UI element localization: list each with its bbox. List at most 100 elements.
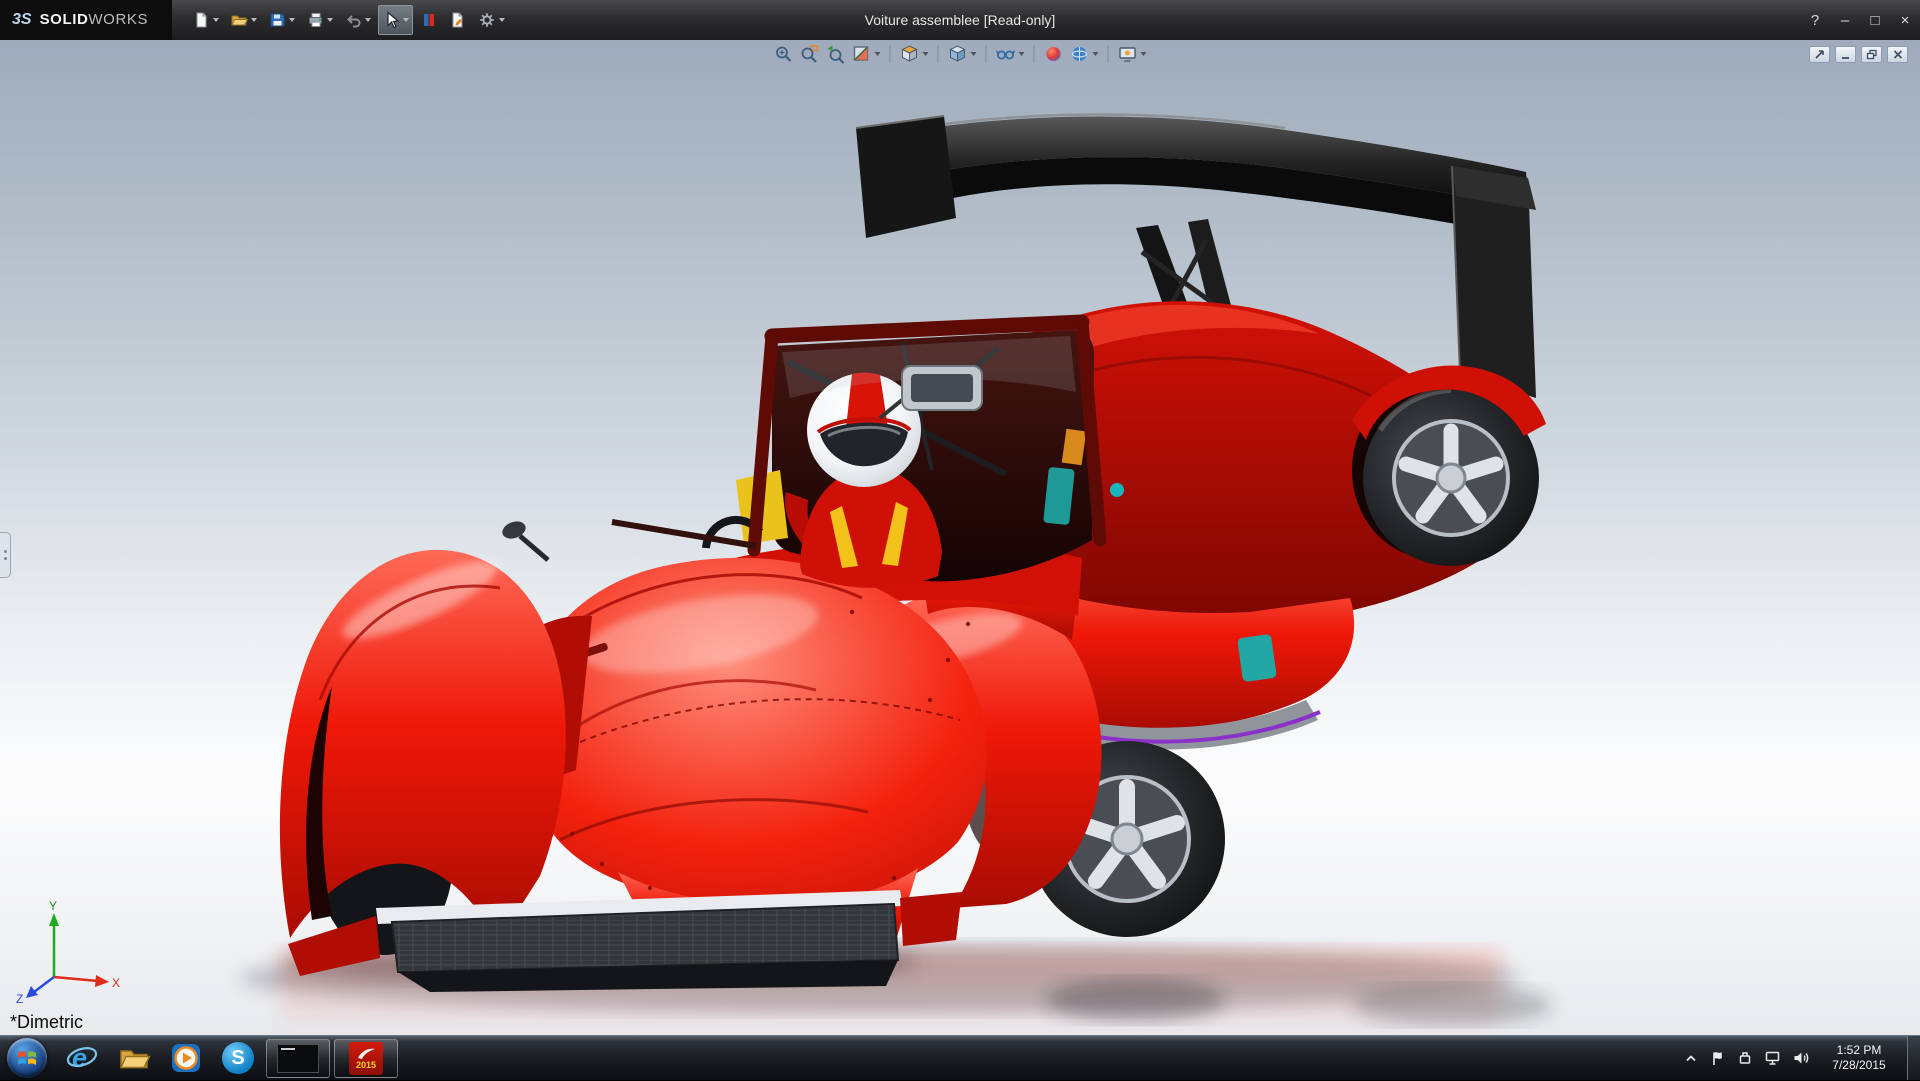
media-player-button[interactable] [160, 1036, 212, 1081]
doc-restore-button[interactable] [1861, 46, 1882, 63]
3ds-logo-icon: 3S [12, 11, 32, 29]
media-player-icon [170, 1042, 202, 1074]
internet-explorer-button[interactable]: e [56, 1036, 108, 1081]
clock-date: 7/28/2015 [1819, 1058, 1899, 1073]
view-orientation-cube-icon [900, 44, 920, 64]
undo-button[interactable] [340, 5, 375, 35]
save-icon [268, 11, 286, 29]
skype-icon: S [222, 1042, 254, 1074]
hide-show-items-button[interactable] [994, 43, 1027, 65]
toolbar-separator [986, 45, 987, 63]
taskbar-clock[interactable]: 1:52 PM 7/28/2015 [1819, 1043, 1899, 1073]
dropdown-arrow-icon[interactable] [499, 18, 505, 22]
options-button[interactable] [474, 5, 509, 35]
dropdown-arrow-icon[interactable] [1141, 52, 1147, 56]
dropdown-arrow-icon[interactable] [923, 52, 929, 56]
volume-button[interactable] [1792, 1050, 1809, 1066]
glasses-icon [996, 44, 1016, 64]
titlebar: 3S SOLIDWORKS [0, 0, 1920, 40]
car-3d-model[interactable] [0, 40, 1920, 1035]
solidworks-2015-button[interactable]: 2015 [334, 1039, 398, 1078]
triad-z-label: Z [16, 992, 23, 1005]
command-prompt-button[interactable] [266, 1039, 330, 1078]
heads-up-view-toolbar [772, 43, 1149, 65]
view-settings-icon [1118, 44, 1138, 64]
show-desktop-button[interactable] [1907, 1036, 1920, 1080]
dropdown-arrow-icon[interactable] [213, 18, 219, 22]
dropdown-arrow-icon[interactable] [875, 52, 881, 56]
doc-close-button[interactable] [1887, 46, 1908, 63]
open-folder-icon [230, 11, 248, 29]
apply-scene-button[interactable] [1068, 43, 1101, 65]
doc-minimize-button[interactable] [1835, 46, 1856, 63]
dropdown-arrow-icon[interactable] [403, 18, 409, 22]
zoom-to-fit-icon [774, 44, 794, 64]
edit-color-button[interactable] [416, 5, 442, 35]
system-tray [1683, 1050, 1809, 1066]
taskbar: e S 2015 [0, 1035, 1920, 1080]
new-document-icon [192, 11, 210, 29]
close-button[interactable]: × [1890, 0, 1920, 40]
options-gear-icon [478, 11, 496, 29]
command-prompt-icon [277, 1044, 319, 1073]
view-orientation-label: *Dimetric [10, 1012, 83, 1033]
show-hidden-icons-button[interactable] [1683, 1051, 1699, 1065]
folder-icon [117, 1041, 151, 1075]
dropdown-arrow-icon[interactable] [1019, 52, 1025, 56]
action-center-button[interactable] [1710, 1050, 1726, 1066]
dropdown-arrow-icon[interactable] [327, 18, 333, 22]
open-button[interactable] [226, 5, 261, 35]
help-button[interactable]: ? [1800, 0, 1830, 40]
featuremanager-collapsed-tab[interactable] [0, 532, 11, 578]
start-button[interactable] [7, 1038, 47, 1078]
select-button[interactable] [378, 5, 413, 35]
dropdown-arrow-icon[interactable] [251, 18, 257, 22]
expand-pane-button[interactable] [1809, 46, 1830, 63]
select-cursor-icon [382, 11, 400, 29]
doc-minimize-icon [1840, 49, 1852, 60]
toolbar-separator [938, 45, 939, 63]
edit-appearance-button[interactable] [1042, 43, 1066, 65]
toolbar-separator [890, 45, 891, 63]
view-orientation-button[interactable] [898, 43, 931, 65]
network-icon [1764, 1050, 1781, 1066]
volume-icon [1792, 1050, 1809, 1066]
zoom-to-fit-button[interactable] [772, 43, 796, 65]
save-button[interactable] [264, 5, 299, 35]
minimize-button[interactable]: – [1830, 0, 1860, 40]
internet-explorer-icon: e [65, 1041, 99, 1075]
brand-works: WORKS [88, 11, 148, 28]
removable-device-button[interactable] [1737, 1050, 1753, 1066]
file-explorer-button[interactable] [108, 1036, 160, 1081]
brand-solid: SOLID [40, 11, 89, 28]
scene-globe-icon [1070, 44, 1090, 64]
dropdown-arrow-icon[interactable] [289, 18, 295, 22]
edit-color-icon [420, 11, 438, 29]
dropdown-arrow-icon[interactable] [971, 52, 977, 56]
previous-view-button[interactable] [824, 43, 848, 65]
section-view-icon [852, 44, 872, 64]
print-button[interactable] [302, 5, 337, 35]
orientation-triad[interactable]: Y X Z [14, 899, 124, 1005]
new-document-button[interactable] [188, 5, 223, 35]
window-controls: ? – □ × [1800, 0, 1920, 40]
graphics-area[interactable]: Y X Z *Dimetric [0, 40, 1920, 1035]
section-view-button[interactable] [850, 43, 883, 65]
display-style-button[interactable] [946, 43, 979, 65]
triad-x-label: X [112, 976, 120, 990]
zoom-to-area-button[interactable] [798, 43, 822, 65]
view-settings-button[interactable] [1116, 43, 1149, 65]
removable-device-icon [1737, 1050, 1753, 1066]
main-toolbar [188, 5, 509, 35]
dropdown-arrow-icon[interactable] [1093, 52, 1099, 56]
front-left-fender[interactable] [280, 518, 592, 955]
maximize-button[interactable]: □ [1860, 0, 1890, 40]
skype-button[interactable]: S [212, 1036, 264, 1081]
window-title: Voiture assemblee [Read-only] [865, 0, 1056, 40]
dropdown-arrow-icon[interactable] [365, 18, 371, 22]
toolbar-separator [1034, 45, 1035, 63]
cockpit[interactable] [612, 322, 1100, 588]
chevron-up-icon [1683, 1051, 1699, 1065]
file-properties-button[interactable] [445, 5, 471, 35]
network-button[interactable] [1764, 1050, 1781, 1066]
